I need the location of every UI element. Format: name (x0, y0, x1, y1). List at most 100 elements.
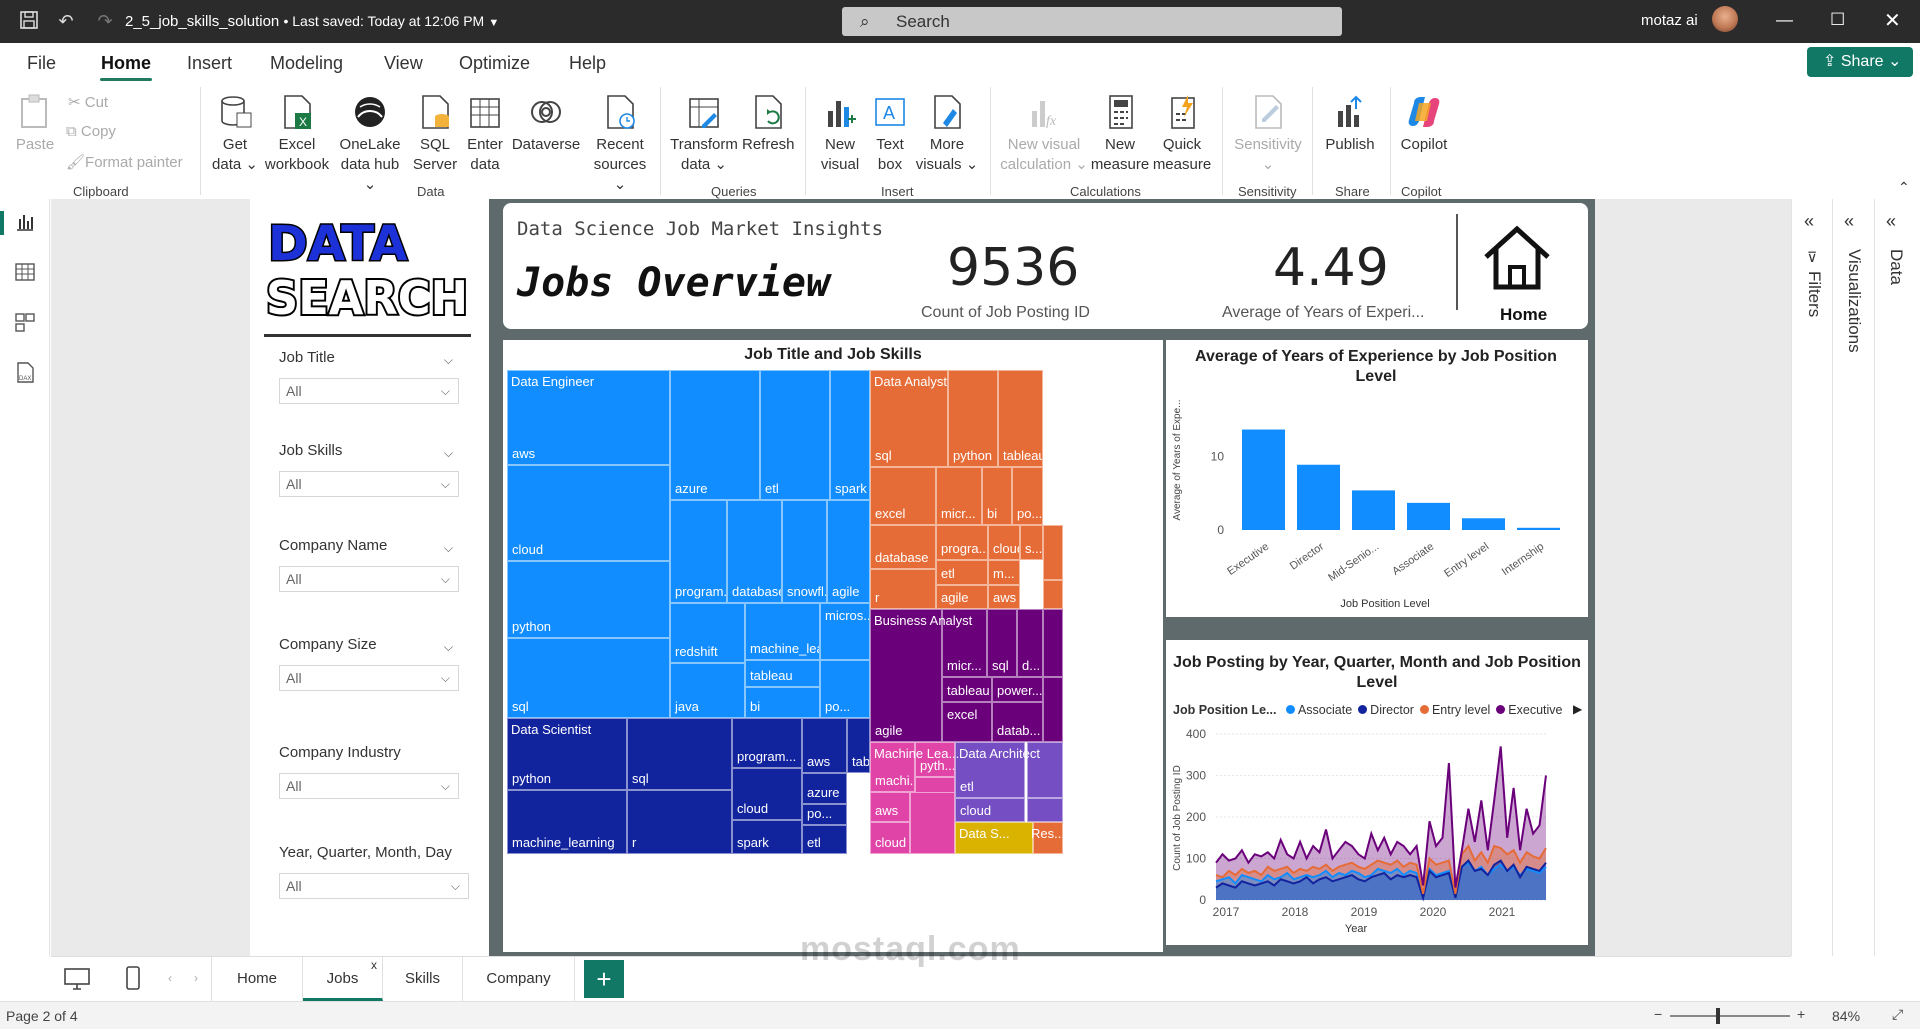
excel-workbook-button[interactable]: X Excel workbook (262, 93, 332, 175)
prev-page-icon[interactable]: ‹ (168, 971, 172, 985)
treemap-tile[interactable]: micros... (820, 603, 870, 660)
treemap-tile[interactable]: etl (802, 825, 847, 854)
fit-to-page-icon[interactable]: ⤢ (1892, 1006, 1903, 1023)
collapse-data-icon[interactable]: « (1886, 211, 1896, 232)
treemap-tile[interactable] (1043, 580, 1063, 609)
treemap-tile[interactable]: etl (936, 560, 988, 585)
home-button-label[interactable]: Home (1500, 305, 1547, 325)
treemap-tile[interactable]: java (670, 663, 745, 718)
onelake-data-hub-button[interactable]: OneLake data hub ⌄ (334, 93, 406, 195)
slicer-dropdown[interactable]: All ⌵ (279, 566, 459, 592)
report-view-icon[interactable] (13, 211, 37, 235)
bar-chart-experience-by-level[interactable]: 0 10 Average of Years of Expe... Executive D… (1166, 390, 1588, 615)
treemap-tile[interactable]: bi (982, 467, 1012, 525)
treemap-tile[interactable]: r (627, 790, 732, 854)
slicer-dropdown[interactable]: All ⌵ (279, 471, 459, 497)
menu-file[interactable]: File (27, 53, 56, 74)
treemap-tile[interactable]: python (507, 561, 670, 638)
close-icon[interactable]: ✕ (1884, 8, 1901, 33)
menu-view[interactable]: View (384, 53, 423, 74)
table-view-icon[interactable] (13, 261, 37, 285)
next-page-icon[interactable]: › (194, 971, 198, 985)
treemap-tile[interactable]: aws (802, 718, 847, 773)
chevron-down-icon[interactable]: ⌵ (444, 441, 453, 465)
legend-next-icon[interactable]: ▶ (1573, 702, 1582, 716)
treemap-tile[interactable]: m... (988, 560, 1020, 585)
slicer-dropdown[interactable]: All ⌵ (279, 773, 459, 799)
bar[interactable] (1517, 527, 1560, 530)
bar[interactable] (1297, 464, 1340, 530)
zoom-in-icon[interactable]: + (1797, 1006, 1805, 1022)
treemap-tile[interactable]: datab... (992, 702, 1043, 742)
chevron-down-icon[interactable]: ⌵ (444, 635, 453, 659)
paste-button[interactable]: Paste (12, 93, 58, 155)
treemap-tile[interactable]: excel (870, 467, 936, 525)
treemap-tile[interactable]: redshift (670, 603, 745, 663)
treemap-tile[interactable]: database (870, 525, 936, 569)
collapse-visualizations-icon[interactable]: « (1844, 211, 1854, 232)
dax-query-view-icon[interactable]: DAX (13, 361, 37, 385)
tab-home[interactable]: Home (211, 957, 303, 1001)
enter-data-button[interactable]: Enter data (462, 93, 508, 175)
treemap-tile[interactable] (910, 792, 955, 854)
menu-insert[interactable]: Insert (187, 53, 232, 74)
treemap-tile[interactable]: po... (820, 660, 870, 718)
copy-button[interactable]: ⧉ Copy (66, 123, 116, 140)
collapse-filters-icon[interactable]: « (1804, 211, 1814, 232)
user-name[interactable]: motaz ai (1641, 12, 1698, 29)
treemap-tile[interactable]: spark (830, 370, 870, 500)
treemap-tile[interactable]: excel (942, 702, 992, 742)
undo-icon[interactable]: ↶ (55, 10, 77, 32)
treemap-tile[interactable]: agile (870, 609, 942, 742)
maximize-icon[interactable]: ☐ (1830, 10, 1845, 30)
treemap-tile[interactable]: program... (670, 500, 727, 603)
chevron-down-icon[interactable]: ⌵ (444, 348, 453, 372)
treemap-tile[interactable]: micr... (936, 467, 982, 525)
treemap-tile[interactable]: machine_lear... (745, 603, 820, 660)
publish-button[interactable]: Publish (1322, 93, 1378, 155)
text-box-button[interactable]: A Text box (868, 93, 912, 175)
mobile-layout-icon[interactable] (125, 965, 141, 996)
treemap-tile[interactable]: po... (1012, 467, 1043, 525)
treemap-tile[interactable]: agile (827, 500, 870, 603)
treemap-tile[interactable]: d... (1017, 609, 1043, 677)
tab-jobs[interactable]: Jobs x (303, 957, 383, 1001)
legend-item[interactable]: Associate (1285, 703, 1352, 717)
line-chart-job-postings[interactable]: 0 100 200 300 400 Count of Job Posting ID 2017… (1166, 720, 1588, 945)
treemap-tile[interactable]: cloud (870, 822, 910, 854)
treemap-tile[interactable] (1043, 609, 1063, 677)
treemap-tile[interactable]: aws (988, 585, 1020, 609)
treemap-tile[interactable]: tableau (942, 677, 992, 702)
bar[interactable] (1352, 490, 1395, 530)
data-pane-label[interactable]: Data (1886, 249, 1906, 285)
treemap-tile[interactable]: cloud (955, 798, 1025, 822)
add-page-button[interactable]: + (584, 960, 624, 998)
bar[interactable] (1407, 502, 1450, 530)
treemap-tile[interactable]: cloud (988, 525, 1020, 560)
share-button[interactable]: ⇪ Share ⌄ (1807, 47, 1913, 77)
minimize-icon[interactable]: — (1776, 10, 1793, 30)
treemap-tile[interactable]: azure (670, 370, 760, 500)
treemap-tile[interactable]: r (870, 569, 936, 609)
menu-optimize[interactable]: Optimize (459, 53, 530, 74)
transform-data-button[interactable]: Transform data ⌄ (668, 93, 740, 175)
treemap-tile[interactable]: tableau (745, 660, 820, 687)
treemap-tile[interactable]: agile (936, 585, 988, 609)
slicer-company-industry[interactable]: Company Industry All ⌵ (279, 741, 459, 799)
legend-item[interactable]: Entry level (1419, 703, 1490, 717)
tab-company[interactable]: Company (463, 957, 575, 1001)
slicer-dropdown[interactable]: All ⌵ (279, 378, 459, 404)
treemap-tile[interactable]: program... (732, 718, 802, 768)
model-view-icon[interactable] (13, 311, 37, 335)
treemap-tile[interactable]: cloud (732, 768, 802, 820)
treemap-tile[interactable]: power... (992, 677, 1043, 702)
cut-button[interactable]: ✂ Cut (68, 93, 108, 111)
menu-help[interactable]: Help (569, 53, 606, 74)
tab-skills[interactable]: Skills (383, 957, 463, 1001)
new-visual-button[interactable]: New visual (814, 93, 866, 175)
avatar[interactable] (1712, 6, 1738, 32)
get-data-button[interactable]: Get data ⌄ (210, 93, 260, 175)
menu-home[interactable]: Home (101, 53, 151, 74)
zoom-out-icon[interactable]: − (1654, 1006, 1662, 1022)
filters-pane-label[interactable]: Filters (1804, 271, 1824, 317)
